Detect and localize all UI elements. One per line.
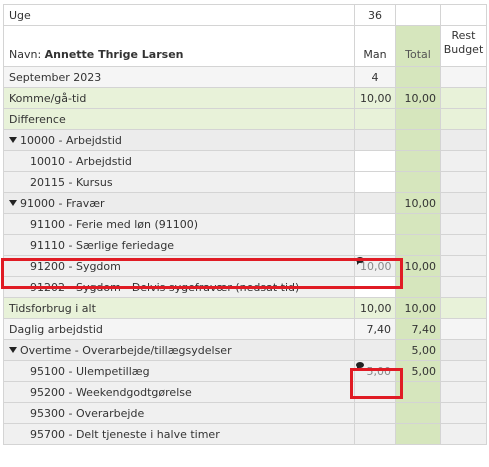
table-row: 10010 - Arbejdstid — [3, 150, 487, 172]
week-label: Uge — [3, 4, 355, 26]
table-row: 20115 - Kursus — [3, 171, 487, 193]
man-input-91110[interactable] — [354, 234, 396, 256]
table-row: Tidsforbrug i alt 10,00 10,00 — [3, 297, 487, 319]
table-row: 91202 - Sygdom - Delvis sygefravær (neds… — [3, 276, 487, 298]
triangle-down-icon[interactable] — [9, 136, 17, 143]
group-row-91000[interactable]: 91000 - Fravær 10,00 — [3, 192, 487, 214]
comment-icon[interactable] — [356, 362, 364, 370]
table-row: 95300 - Overarbejde — [3, 402, 487, 424]
triangle-down-icon[interactable] — [9, 346, 17, 353]
comment-icon[interactable] — [356, 257, 364, 265]
week-value: 36 — [354, 4, 396, 26]
table-row: 91110 - Særlige feriedage — [3, 234, 487, 256]
month-day: 4 — [354, 66, 396, 88]
name-header-row: Navn: Annette Thrige Larsen Man Total Re… — [3, 25, 487, 67]
triangle-down-icon[interactable] — [9, 199, 17, 206]
man-input-20115[interactable] — [354, 171, 396, 193]
timesheet-table: Uge 36 Navn: Annette Thrige Larsen Man T… — [3, 4, 487, 445]
col-total-header: Total — [395, 25, 441, 67]
man-input-91100[interactable] — [354, 213, 396, 235]
table-row-sygdom: 91200 - Sygdom 10,00 10,00 — [3, 255, 487, 277]
table-row: 95200 - Weekendgodtgørelse — [3, 381, 487, 403]
man-input-95100[interactable]: 5,00 — [354, 360, 396, 382]
table-row: 95700 - Delt tjeneste i halve timer — [3, 423, 487, 445]
group-row-overtime[interactable]: Overtime - Overarbejde/tillægsydelser 5,… — [3, 339, 487, 361]
col-rest-budget-header: Rest Budget — [440, 25, 487, 67]
employee-name-value: Annette Thrige Larsen — [44, 48, 184, 61]
table-row-ulempetillaeg: 95100 - Ulempetillæg 5,00 5,00 — [3, 360, 487, 382]
table-row: Daglig arbejdstid 7,40 7,40 — [3, 318, 487, 340]
table-row: Difference — [3, 108, 487, 130]
week-row: Uge 36 — [3, 4, 487, 26]
group-row-10000[interactable]: 10000 - Arbejdstid — [3, 129, 487, 151]
month-row: September 2023 4 — [3, 66, 487, 88]
table-row: Komme/gå-tid 10,00 10,00 — [3, 87, 487, 109]
table-row: 91100 - Ferie med løn (91100) — [3, 213, 487, 235]
employee-name: Navn: Annette Thrige Larsen — [3, 25, 355, 67]
man-input-91200[interactable]: 10,00 — [354, 255, 396, 277]
col-man-header: Man — [354, 25, 396, 67]
man-input-91202[interactable] — [354, 276, 396, 298]
month-label: September 2023 — [3, 66, 355, 88]
man-input-10010[interactable] — [354, 150, 396, 172]
